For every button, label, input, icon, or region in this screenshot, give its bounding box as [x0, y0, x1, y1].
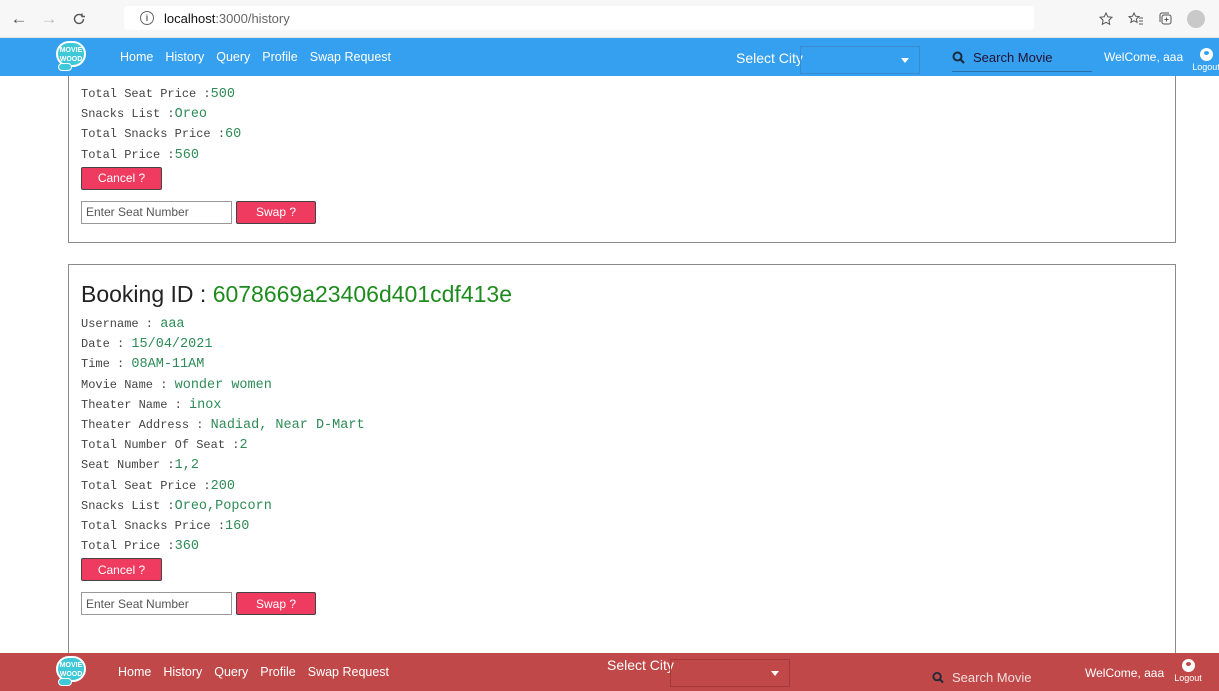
- booking-field: Seat Number :1,2: [81, 458, 199, 474]
- url-path: :3000/history: [215, 10, 290, 26]
- booking-field: Total Price :360: [81, 539, 199, 555]
- booking-field: Movie Name : wonder women: [81, 377, 272, 393]
- history-content: Total Seat Price :500 Snacks List :Oreo …: [0, 76, 1219, 653]
- search-box: [932, 663, 1062, 691]
- nav-history[interactable]: History: [163, 665, 202, 679]
- chevron-down-icon: [901, 58, 909, 63]
- logout-button[interactable]: Logout: [1168, 659, 1208, 683]
- browser-toolbar: ← → i localhost:3000/history: [0, 0, 1219, 38]
- booking-id: 6078669a23406d401cdf413e: [212, 281, 512, 307]
- cancel-button[interactable]: Cancel ?: [81, 166, 162, 190]
- booking-field: Total Price :560: [81, 147, 199, 163]
- nav-profile[interactable]: Profile: [260, 665, 295, 679]
- swap-row: Swap ?: [81, 200, 1163, 224]
- welcome-text: WelCome, aaa: [1085, 666, 1165, 680]
- url-host: localhost: [164, 10, 216, 26]
- select-city-label: Select City: [607, 657, 674, 673]
- logout-label: Logout: [1174, 673, 1202, 683]
- logout-label: Logout: [1192, 62, 1219, 72]
- booking-field: Theater Address : Nadiad, Near D-Mart: [81, 417, 365, 433]
- search-input[interactable]: [973, 50, 1083, 65]
- seat-number-input[interactable]: [81, 592, 232, 616]
- city-dropdown[interactable]: [670, 659, 790, 687]
- search-box: [952, 44, 1092, 72]
- cancel-button[interactable]: Cancel ?: [81, 558, 162, 582]
- movie-wood-logo[interactable]: MOVIE WOOD: [56, 656, 94, 688]
- booking-field: Snacks List :Oreo,Popcorn: [81, 498, 272, 514]
- search-icon[interactable]: [932, 671, 944, 684]
- booking-field: Total Seat Price :500: [81, 87, 235, 102]
- swap-button[interactable]: Swap ?: [236, 592, 316, 616]
- nav-home[interactable]: Home: [118, 665, 151, 679]
- profile-avatar-icon[interactable]: [1187, 10, 1205, 28]
- site-info-icon[interactable]: i: [140, 11, 154, 25]
- nav-links: Home History Query Profile Swap Request: [118, 665, 389, 679]
- logout-button[interactable]: Logout: [1186, 48, 1219, 72]
- select-city-label: Select City: [736, 50, 803, 66]
- booking-field: Total Seat Price :200: [81, 478, 235, 494]
- booking-card: Booking ID : 6078669a23406d401cdf413e Us…: [68, 264, 1176, 653]
- seat-number-input[interactable]: [81, 200, 232, 224]
- back-icon[interactable]: ←: [8, 8, 30, 30]
- search-icon[interactable]: [952, 51, 965, 64]
- booking-field: Total Snacks Price :60: [81, 127, 242, 143]
- booking-field: Username : aaa: [81, 317, 185, 332]
- welcome-text: WelCome, aaa: [1104, 50, 1184, 64]
- search-input[interactable]: [952, 669, 1062, 685]
- booking-title: Booking ID : 6078669a23406d401cdf413e: [81, 281, 512, 307]
- bottom-navbar: MOVIE WOOD Home History Query Profile Sw…: [0, 653, 1219, 691]
- nav-home[interactable]: Home: [120, 50, 153, 64]
- booking-field: Snacks List :Oreo: [81, 107, 208, 123]
- collections-icon[interactable]: [1151, 4, 1181, 34]
- nav-history[interactable]: History: [165, 50, 204, 64]
- booking-field: Total Snacks Price :160: [81, 518, 250, 534]
- favorite-add-icon[interactable]: [1091, 4, 1121, 34]
- booking-field: Time : 08AM-11AM: [81, 357, 205, 373]
- swap-button[interactable]: Swap ?: [236, 200, 316, 224]
- nav-profile[interactable]: Profile: [262, 50, 297, 64]
- nav-swap-request[interactable]: Swap Request: [308, 665, 389, 679]
- booking-field: Theater Name : inox: [81, 397, 222, 413]
- top-navbar: MOVIE WOOD Home History Query Profile Sw…: [0, 38, 1219, 76]
- user-icon: [1199, 48, 1213, 61]
- nav-query[interactable]: Query: [216, 50, 250, 64]
- forward-icon[interactable]: →: [38, 8, 60, 30]
- address-bar[interactable]: i localhost:3000/history: [124, 6, 1034, 30]
- city-dropdown[interactable]: [800, 46, 920, 74]
- booking-field: Date : 15/04/2021: [81, 337, 213, 353]
- swap-row: Swap ?: [81, 592, 1163, 616]
- nav-query[interactable]: Query: [214, 665, 248, 679]
- nav-links: Home History Query Profile Swap Request: [120, 50, 391, 64]
- reload-icon[interactable]: [68, 8, 90, 30]
- nav-swap-request[interactable]: Swap Request: [310, 50, 391, 64]
- user-icon: [1181, 659, 1195, 672]
- movie-wood-logo[interactable]: MOVIE WOOD: [56, 41, 94, 73]
- favorites-icon[interactable]: [1121, 4, 1151, 34]
- booking-card: Total Seat Price :500 Snacks List :Oreo …: [68, 76, 1176, 243]
- booking-field: Total Number Of Seat :2: [81, 438, 248, 454]
- chevron-down-icon: [771, 671, 779, 676]
